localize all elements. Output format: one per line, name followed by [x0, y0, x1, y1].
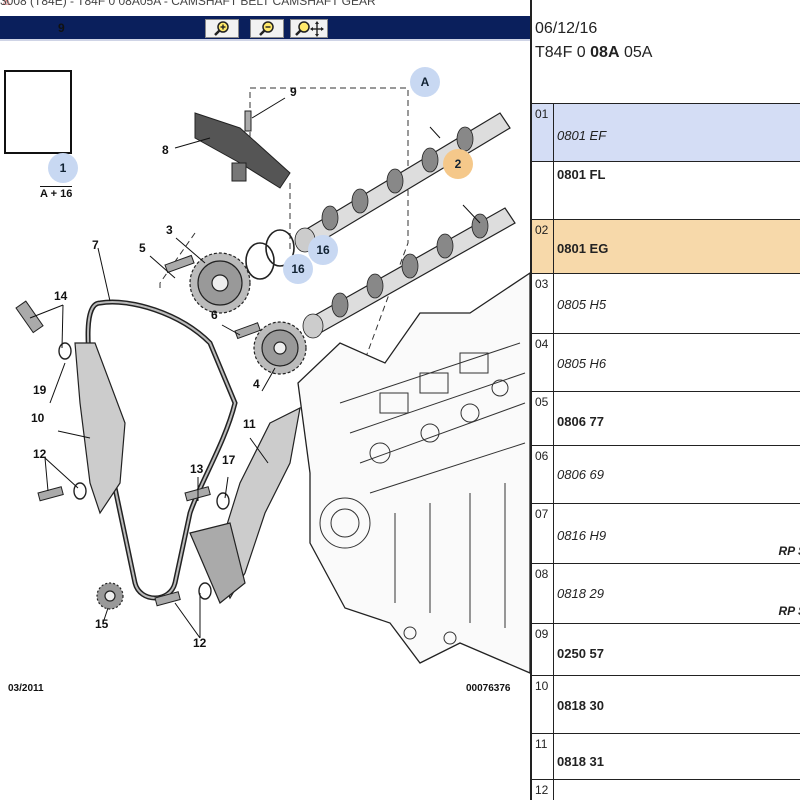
callout-5[interactable]: 5: [139, 241, 146, 255]
exploded-parts-diagram[interactable]: 9 9 8 1 A + 16 7 3 5 16 16 14 6 19 4 10 …: [0, 21, 531, 800]
code-bold: 08A: [590, 44, 620, 61]
callout-13[interactable]: 13: [190, 462, 203, 476]
callout-7[interactable]: 7: [92, 238, 99, 252]
part-reference[interactable]: 0816 H9: [557, 528, 606, 543]
row-index: 12: [532, 780, 554, 800]
row-index: 03: [532, 274, 554, 333]
diagram-reference-note: 00076376: [466, 683, 511, 694]
zoom-toolbar: [0, 16, 530, 41]
zoom-out-icon: [259, 20, 274, 36]
callout-a-plus-16[interactable]: A + 16: [40, 186, 73, 200]
callout-19[interactable]: 19: [33, 383, 46, 397]
callout-14[interactable]: 14: [54, 289, 67, 303]
callout-9[interactable]: 9: [290, 85, 297, 99]
callout-2[interactable]: 2: [443, 149, 473, 179]
parts-row-03[interactable]: 03 0805 H5: [532, 274, 800, 334]
callout-16-lower[interactable]: 16: [283, 254, 313, 284]
parts-row-08[interactable]: 08 0818 29 RP S: [532, 564, 800, 624]
callout-17[interactable]: 17: [222, 453, 235, 467]
parts-row-11[interactable]: 11 0818 31: [532, 734, 800, 780]
parts-row-01[interactable]: 01 0801 EF: [532, 104, 800, 162]
row-index: 01: [532, 104, 554, 161]
part-note: RP S: [778, 544, 800, 558]
callout-11[interactable]: 11: [243, 417, 256, 431]
callout-16-upper[interactable]: 16: [308, 235, 338, 265]
part-note: RP S: [778, 604, 800, 618]
parts-list-date: 06/12/16: [535, 20, 598, 37]
window-title: 3008 (T84E) - T84F 0 08A05A - CAMSHAFT B…: [0, 0, 376, 8]
row-index: 06: [532, 446, 554, 503]
part-reference[interactable]: 0818 31: [557, 754, 604, 769]
part-reference[interactable]: 0806 69: [557, 467, 604, 482]
part-reference[interactable]: 0801 EF: [557, 128, 606, 143]
diagram-date-note: 03/2011: [8, 683, 44, 694]
parts-row-09[interactable]: 09 0250 57: [532, 624, 800, 676]
callout-1[interactable]: 1: [48, 153, 78, 183]
callout-15[interactable]: 15: [95, 617, 108, 631]
part-reference[interactable]: 0818 29: [557, 586, 604, 601]
row-index: 02: [532, 220, 554, 273]
parts-list-header: 06/12/16 T84F 0 08A 05A: [532, 0, 800, 104]
callout-a[interactable]: A: [410, 67, 440, 97]
row-index: 07: [532, 504, 554, 563]
zoom-pan-button[interactable]: [290, 19, 328, 38]
row-index: 08: [532, 564, 554, 623]
parts-row-12[interactable]: 12: [532, 780, 800, 800]
zoom-in-icon: [214, 20, 229, 36]
part-reference[interactable]: 0250 57: [557, 646, 604, 661]
part-reference[interactable]: 0801 EG: [557, 241, 608, 256]
parts-row-01-sub[interactable]: 0801 FL: [532, 162, 800, 220]
row-index: 11: [532, 734, 554, 779]
callout-10[interactable]: 10: [31, 411, 44, 425]
part-reference[interactable]: 0805 H5: [557, 297, 606, 312]
part-reference[interactable]: 0801 FL: [557, 167, 605, 182]
parts-list-pane: 06/12/16 T84F 0 08A 05A 01 0801 EF 0801 …: [530, 0, 800, 800]
zoom-in-button[interactable]: [205, 19, 239, 38]
parts-row-04[interactable]: 04 0805 H6: [532, 334, 800, 392]
code-suffix: 05A: [619, 44, 653, 61]
callout-3[interactable]: 3: [166, 223, 173, 237]
code-prefix: T84F 0: [535, 44, 591, 61]
parts-row-06[interactable]: 06 0806 69: [532, 446, 800, 504]
row-index: 04: [532, 334, 554, 391]
window-titlebar: ⚠ 3008 (T84E) - T84F 0 08A05A - CAMSHAFT…: [0, 0, 530, 16]
parts-row-05[interactable]: 05 0806 77: [532, 392, 800, 446]
parts-row-10[interactable]: 10 0818 30: [532, 676, 800, 734]
zoom-pan-icon: [295, 20, 324, 37]
parts-row-07[interactable]: 07 0816 H9 RP S: [532, 504, 800, 564]
callout-12-upper[interactable]: 12: [33, 447, 46, 461]
zoom-out-button[interactable]: [250, 19, 284, 38]
callout-4[interactable]: 4: [253, 377, 260, 391]
row-index-blank: [532, 162, 554, 219]
row-index: 05: [532, 392, 554, 445]
callout-8[interactable]: 8: [162, 143, 169, 157]
callout-9-inset[interactable]: 9: [58, 21, 65, 35]
diagram-pane: 9 9 8 1 A + 16 7 3 5 16 16 14 6 19 4 10 …: [0, 16, 531, 800]
part-reference[interactable]: 0805 H6: [557, 356, 606, 371]
parts-list-code: T84F 0 08A 05A: [535, 44, 652, 62]
callout-12-lower[interactable]: 12: [193, 636, 206, 650]
row-index: 09: [532, 624, 554, 675]
callout-6[interactable]: 6: [211, 308, 218, 322]
part-reference[interactable]: 0806 77: [557, 414, 604, 429]
parts-row-02[interactable]: 02 0801 EG: [532, 220, 800, 274]
detail-inset-frame: [4, 70, 72, 154]
part-reference[interactable]: 0818 30: [557, 698, 604, 713]
row-index: 10: [532, 676, 554, 733]
